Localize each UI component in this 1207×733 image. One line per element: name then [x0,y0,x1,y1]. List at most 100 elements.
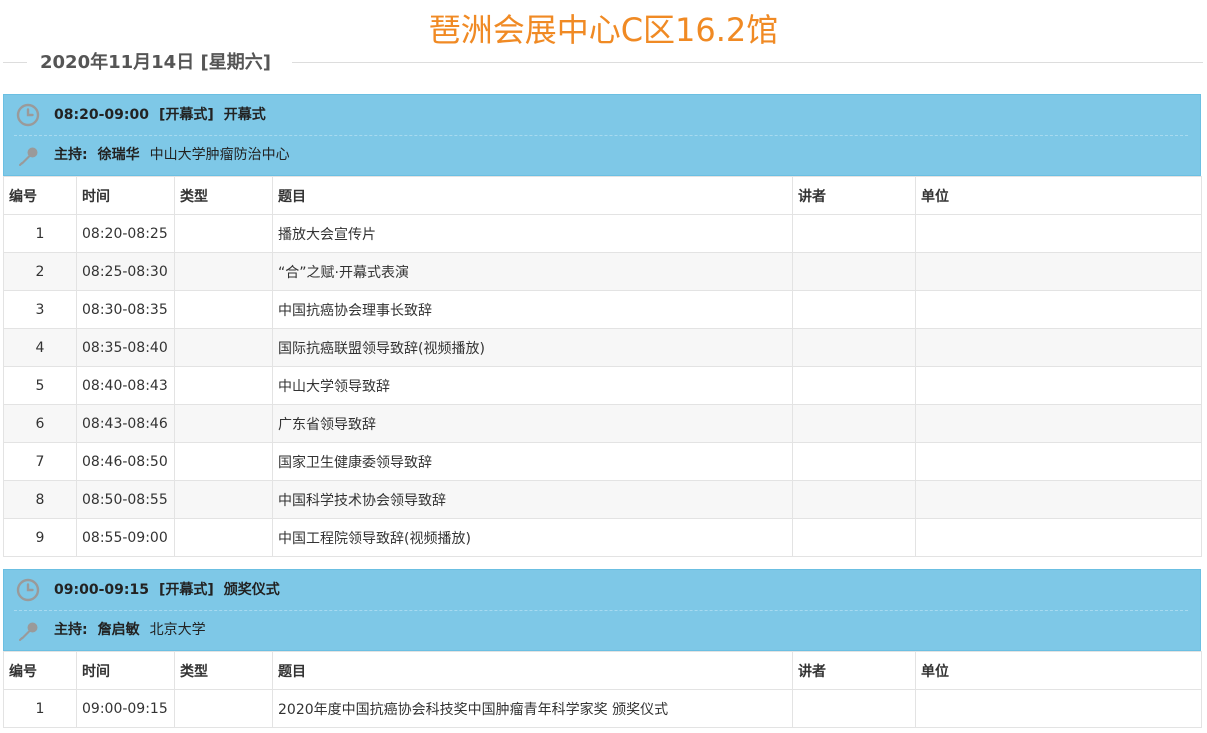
cell-number: 4 [3,328,77,367]
table-row: 3 08:30-08:35 中国抗癌协会理事长致辞 [3,290,1202,329]
session-time: 08:20-09:00 [54,107,149,123]
cell-time: 08:43-08:46 [76,404,175,443]
session-time-row: 09:00-09:15 [开幕式] 颁奖仪式 [4,570,1200,610]
cell-time: 08:55-09:00 [76,518,175,557]
table-row: 4 08:35-08:40 国际抗癌联盟领导致辞(视频播放) [3,328,1202,367]
cell-speaker [792,689,916,728]
cell-number: 1 [3,689,77,728]
cell-topic: 中山大学领导致辞 [272,366,793,405]
cell-org [915,252,1202,291]
cell-type [174,214,273,253]
cell-type [174,442,273,481]
host-name: 詹启敏 [97,622,140,638]
clock-icon [16,578,40,602]
session-header: 09:00-09:15 [开幕式] 颁奖仪式 主持: 詹启敏 北京大学 [3,569,1201,651]
table-row: 1 08:20-08:25 播放大会宣传片 [3,214,1202,253]
cell-time: 08:50-08:55 [76,480,175,519]
cell-org [915,214,1202,253]
cell-type [174,518,273,557]
table-row: 8 08:50-08:55 中国科学技术协会领导致辞 [3,480,1202,519]
cell-topic: 2020年度中国抗癌协会科技奖中国肿瘤青年科学家奖 颁奖仪式 [272,689,793,728]
agenda-table: 编号 时间 类型 题目 讲者 单位 1 08:20-08:25 播放大会宣传片 … [3,176,1202,557]
cell-speaker [792,290,916,329]
cell-org [915,442,1202,481]
cell-topic: 播放大会宣传片 [272,214,793,253]
cell-time: 08:40-08:43 [76,366,175,405]
table-header-row: 编号 时间 类型 题目 讲者 单位 [3,176,1202,215]
table-row: 1 09:00-09:15 2020年度中国抗癌协会科技奖中国肿瘤青年科学家奖 … [3,689,1202,728]
cell-number: 8 [3,480,77,519]
cell-topic: 国际抗癌联盟领导致辞(视频播放) [272,328,793,367]
session-host: 主持: 詹启敏 北京大学 [54,611,206,650]
table-row: 9 08:55-09:00 中国工程院领导致辞(视频播放) [3,518,1202,557]
col-header-speaker: 讲者 [792,651,916,690]
cell-type [174,366,273,405]
cell-org [915,480,1202,519]
cell-type [174,404,273,443]
cell-type [174,689,273,728]
col-header-topic: 题目 [272,176,793,215]
date-row: 2020年11月14日 [星期六] [0,47,1203,79]
cell-org [915,366,1202,405]
cell-number: 7 [3,442,77,481]
table-row: 7 08:46-08:50 国家卫生健康委领导致辞 [3,442,1202,481]
cell-speaker [792,252,916,291]
cell-org [915,328,1202,367]
table-row: 2 08:25-08:30 “合”之赋·开幕式表演 [3,252,1202,291]
host-label: 主持: [54,147,88,163]
session-title: 08:20-09:00 [开幕式] 开幕式 [54,95,266,135]
session-block: 09:00-09:15 [开幕式] 颁奖仪式 主持: 詹启敏 北京大学 编号 时间 类型… [3,569,1202,728]
col-header-org: 单位 [915,176,1202,215]
session-host: 主持: 徐瑞华 中山大学肿瘤防治中心 [54,136,290,175]
session-tag: [开幕式] [158,582,214,598]
cell-topic: 国家卫生健康委领导致辞 [272,442,793,481]
microphone-icon [19,147,38,166]
cell-number: 6 [3,404,77,443]
col-header-type: 类型 [174,176,273,215]
cell-type [174,252,273,291]
cell-time: 08:25-08:30 [76,252,175,291]
cell-speaker [792,366,916,405]
cell-topic: 中国工程院领导致辞(视频播放) [272,518,793,557]
session-name: 开幕式 [223,107,266,123]
session-time: 09:00-09:15 [54,582,149,598]
date-label: 2020年11月14日 [星期六] [40,52,271,73]
clock-icon [16,103,40,127]
microphone-icon [19,622,38,641]
cell-speaker [792,404,916,443]
cell-speaker [792,442,916,481]
cell-type [174,480,273,519]
session-name: 颁奖仪式 [223,582,280,598]
cell-org [915,290,1202,329]
cell-org [915,689,1202,728]
cell-topic: 广东省领导致辞 [272,404,793,443]
session-time-row: 08:20-09:00 [开幕式] 开幕式 [4,95,1200,135]
cell-org [915,518,1202,557]
cell-speaker [792,518,916,557]
table-row: 5 08:40-08:43 中山大学领导致辞 [3,366,1202,405]
host-org: 中山大学肿瘤防治中心 [149,147,290,163]
table-row: 6 08:43-08:46 广东省领导致辞 [3,404,1202,443]
session-host-row: 主持: 徐瑞华 中山大学肿瘤防治中心 [4,136,1200,175]
cell-time: 08:35-08:40 [76,328,175,367]
cell-type [174,290,273,329]
col-header-number: 编号 [3,176,77,215]
session-title: 09:00-09:15 [开幕式] 颁奖仪式 [54,570,280,610]
col-header-org: 单位 [915,651,1202,690]
cell-time: 08:20-08:25 [76,214,175,253]
session-host-row: 主持: 詹启敏 北京大学 [4,611,1200,650]
cell-org [915,404,1202,443]
venue-title: 琶洲会展中心C区16.2馆 [428,11,779,49]
cell-topic: “合”之赋·开幕式表演 [272,252,793,291]
cell-number: 5 [3,366,77,405]
cell-time: 08:46-08:50 [76,442,175,481]
date-divider-right [292,62,1203,63]
cell-speaker [792,328,916,367]
host-org: 北京大学 [149,622,206,638]
host-name: 徐瑞华 [97,147,140,163]
col-header-number: 编号 [3,651,77,690]
date-divider-left [3,62,27,63]
cell-speaker [792,214,916,253]
session-block: 08:20-09:00 [开幕式] 开幕式 主持: 徐瑞华 中山大学肿瘤防治中心 编号 … [3,94,1202,557]
col-header-type: 类型 [174,651,273,690]
